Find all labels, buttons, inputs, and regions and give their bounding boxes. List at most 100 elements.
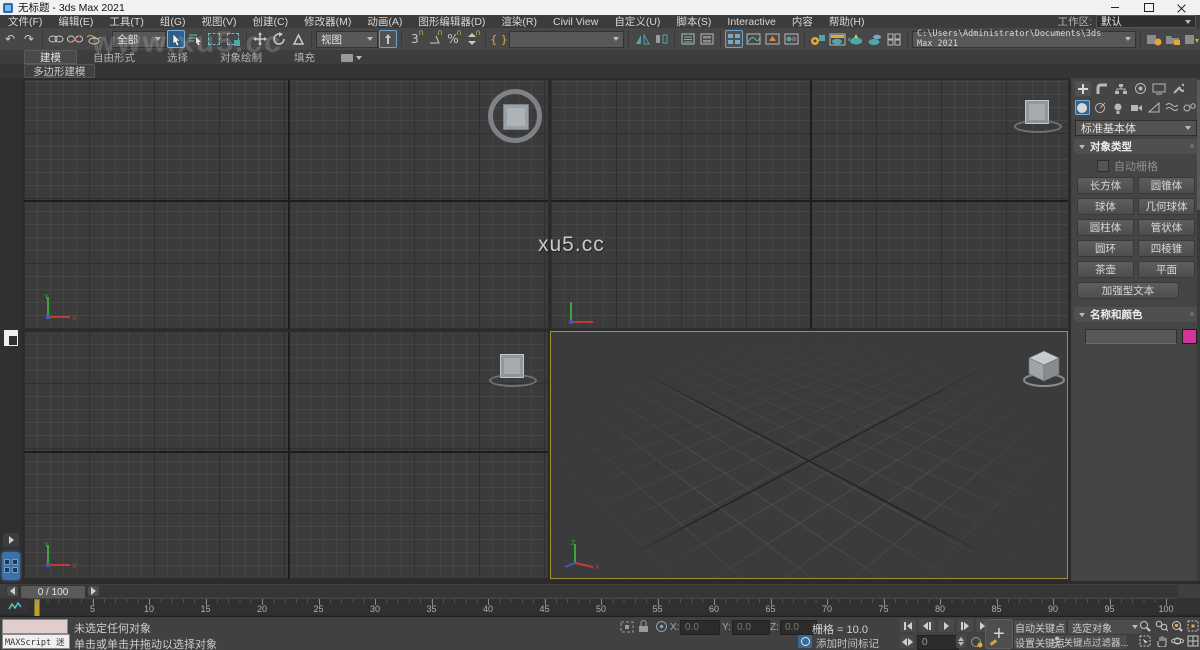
track-bar-ruler[interactable]: 5101520253035404550556065707580859095100	[28, 598, 1174, 615]
frame-back-arrow[interactable]	[7, 586, 18, 596]
unlink-selection-icon[interactable]	[66, 30, 84, 48]
polygon-modeling-button[interactable]: 多边形建模	[24, 64, 95, 78]
zoom-icon[interactable]	[1138, 619, 1152, 633]
select-and-rotate-icon[interactable]	[270, 30, 288, 48]
maxscript-listener-white[interactable]: MAXScript 迷	[2, 634, 70, 649]
named-selection-dropdown[interactable]	[509, 31, 624, 48]
play-button[interactable]	[938, 619, 954, 632]
display-tab-icon[interactable]	[1151, 81, 1167, 96]
primitive-button[interactable]: 长方体	[1077, 177, 1134, 194]
menu-item[interactable]: 创建(C)	[245, 14, 297, 29]
select-object-icon[interactable]	[167, 30, 185, 48]
render-flyout-icon[interactable]	[885, 30, 903, 48]
primitive-button[interactable]: 圆柱体	[1077, 219, 1134, 236]
schematic-view-icon[interactable]	[763, 30, 781, 48]
cameras-category-icon[interactable]	[1129, 100, 1144, 115]
selection-filter-dropdown[interactable]: 全部	[112, 31, 166, 48]
viewport-layout-tab-icon[interactable]	[4, 330, 18, 346]
snap-toggle-3d-icon[interactable]: 3∩	[406, 30, 424, 48]
name-color-rollout-header[interactable]: 名称和颜色	[1074, 307, 1198, 322]
menu-item[interactable]: 帮助(H)	[821, 14, 873, 29]
maximize-viewport-toggle-icon[interactable]	[1186, 634, 1200, 648]
reference-coordinate-dropdown[interactable]: 视图	[316, 31, 378, 48]
ribbon-flyout-button[interactable]	[341, 52, 362, 64]
viewcube-top-icon[interactable]	[488, 89, 542, 143]
primitive-button[interactable]: 球体	[1077, 198, 1134, 215]
isolate-selection-icon[interactable]	[620, 621, 635, 633]
space-warps-category-icon[interactable]	[1164, 100, 1179, 115]
rectangular-selection-region-icon[interactable]	[205, 30, 223, 48]
bind-to-space-warp-icon[interactable]	[85, 30, 103, 48]
select-by-name-icon[interactable]	[186, 30, 204, 48]
menu-item[interactable]: 文件(F)	[0, 14, 50, 29]
mini-curve-editor-icon[interactable]	[6, 600, 24, 612]
percent-snap-icon[interactable]: %∩	[444, 30, 462, 48]
ribbon-tab-填充[interactable]: 填充	[278, 50, 331, 64]
redo-icon[interactable]: ↷	[20, 30, 38, 48]
zoom-all-icon[interactable]	[1154, 619, 1168, 633]
lights-category-icon[interactable]	[1111, 100, 1126, 115]
maximize-button[interactable]	[1136, 1, 1162, 14]
color-swatch[interactable]	[1182, 329, 1197, 344]
zoom-extents-all-icon[interactable]	[1186, 619, 1200, 633]
pan-hand-icon[interactable]	[1154, 634, 1168, 648]
strip-flyout-icon[interactable]	[3, 533, 19, 547]
primitive-button[interactable]: 平面	[1138, 261, 1195, 278]
viewport-top-left[interactable]: YX	[24, 80, 548, 329]
viewport-top-right[interactable]	[551, 80, 1068, 329]
menu-item[interactable]: 自定义(U)	[606, 14, 668, 29]
angle-snap-icon[interactable]: ∩	[425, 30, 443, 48]
utilities-tab-icon[interactable]	[1170, 81, 1186, 96]
next-frame-button[interactable]	[957, 619, 973, 632]
workspace-dropdown[interactable]: 默认	[1096, 15, 1196, 28]
material-editor-icon[interactable]	[782, 30, 800, 48]
maxscript-listener-pink[interactable]	[2, 619, 68, 634]
menu-item[interactable]: 组(G)	[152, 14, 194, 29]
viewport-perspective-active[interactable]: ZX	[550, 331, 1068, 579]
curve-editor-icon[interactable]	[744, 30, 762, 48]
menu-item[interactable]: 视图(V)	[194, 14, 245, 29]
primitive-button[interactable]: 茶壶	[1077, 261, 1134, 278]
layer-explorer-icon[interactable]	[679, 30, 697, 48]
select-and-move-icon[interactable]	[251, 30, 269, 48]
ribbon-tab-对象绘制[interactable]: 对象绘制	[204, 50, 278, 64]
object-type-rollout-header[interactable]: 对象类型	[1074, 139, 1198, 154]
project-folder-dropdown[interactable]: C:\Users\Administrator\Documents\3ds Max…	[912, 31, 1136, 48]
menu-item[interactable]: 修改器(M)	[296, 14, 359, 29]
primitive-button[interactable]: 加强型文本	[1077, 282, 1179, 299]
motion-tab-icon[interactable]	[1132, 81, 1148, 96]
viewport-layout-grid-button[interactable]	[2, 552, 20, 580]
window-crossing-toggle-icon[interactable]	[224, 30, 242, 48]
viewport-bottom-left[interactable]: YX	[24, 332, 548, 579]
hierarchy-tab-icon[interactable]	[1113, 81, 1129, 96]
spinner-snap-icon[interactable]: ∩	[463, 30, 481, 48]
mirror-icon[interactable]	[633, 30, 651, 48]
frame-forward-arrow[interactable]	[88, 586, 99, 596]
orbit-icon[interactable]	[1170, 634, 1184, 648]
ribbon-tab-建模[interactable]: 建模	[24, 50, 77, 64]
edit-named-selections-icon[interactable]: { }	[490, 30, 508, 48]
previous-frame-button[interactable]	[919, 619, 935, 632]
primitive-category-dropdown[interactable]: 标准基本体	[1075, 120, 1197, 136]
open-folder-icon[interactable]	[1164, 30, 1182, 48]
modify-tab-icon[interactable]	[1094, 81, 1110, 96]
systems-category-icon[interactable]	[1182, 100, 1197, 115]
menu-item[interactable]: Civil View	[545, 16, 606, 28]
set-keys-button[interactable]: +	[985, 619, 1013, 649]
zoom-extents-icon[interactable]	[1170, 619, 1184, 633]
selection-set-dropdown[interactable]: 选定对象	[1067, 619, 1143, 635]
layer-list-icon[interactable]	[698, 30, 716, 48]
menu-item[interactable]: 编辑(E)	[50, 14, 101, 29]
align-icon[interactable]	[652, 30, 670, 48]
menu-item[interactable]: Interactive	[719, 16, 783, 28]
geometry-category-icon[interactable]	[1075, 100, 1090, 115]
x-coordinate-field[interactable]: 0.0	[680, 620, 720, 635]
viewcube-3d-icon[interactable]	[1021, 347, 1067, 389]
object-name-input[interactable]	[1085, 329, 1177, 344]
shapes-category-icon[interactable]	[1093, 100, 1108, 115]
primitive-button[interactable]: 圆环	[1077, 240, 1134, 257]
primitive-button[interactable]: 圆锥体	[1138, 177, 1195, 194]
zoom-region-icon[interactable]	[1138, 634, 1152, 648]
walkthrough-icon[interactable]	[1052, 636, 1062, 648]
menu-item[interactable]: 渲染(R)	[493, 14, 545, 29]
